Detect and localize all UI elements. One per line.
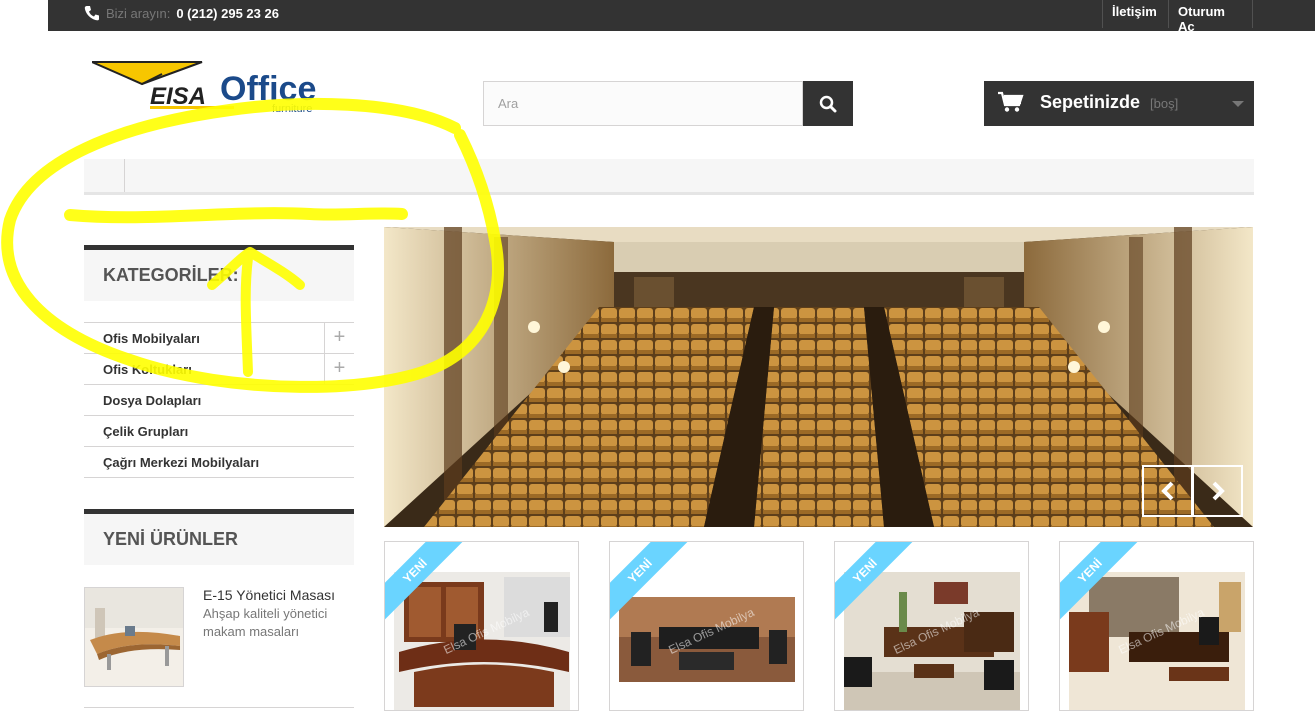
product-card[interactable]: YENİ Elsa Ofis Mobilya	[384, 541, 579, 711]
categories-title: KATEGORİLER:	[84, 245, 354, 301]
homepage-slider[interactable]	[384, 227, 1253, 527]
slider-prev-button[interactable]	[1142, 465, 1193, 517]
category-item[interactable]: Çağrı Merkezi Mobilyaları	[84, 447, 354, 478]
new-products-title: YENİ ÜRÜNLER	[84, 509, 354, 565]
chevron-left-icon	[1160, 481, 1173, 501]
category-label: Dosya Dolapları	[103, 393, 202, 408]
search-button[interactable]	[803, 81, 853, 126]
login-link[interactable]: Oturum Aç	[1168, 0, 1253, 34]
top-bar: Bizi arayın: 0 (212) 295 23 26 İletişim …	[48, 0, 1315, 34]
product-image	[394, 572, 570, 710]
product-image	[844, 572, 1020, 710]
product-thumbnail[interactable]	[84, 587, 184, 687]
slider-next-button[interactable]	[1192, 465, 1243, 517]
site-logo[interactable]: EISA Office furniture	[91, 60, 324, 118]
chevron-down-icon	[1232, 101, 1244, 107]
auditorium-image	[384, 227, 1253, 527]
new-product-description: Ahşap kaliteli yönetici makam masaları	[203, 606, 328, 639]
call-label: Bizi arayın:	[106, 5, 171, 21]
chevron-right-icon	[1212, 481, 1225, 501]
divider	[84, 707, 354, 708]
phone-number[interactable]: 0 (212) 295 23 26	[176, 6, 279, 21]
category-item[interactable]: Çelik Grupları	[84, 416, 354, 447]
product-image	[619, 572, 795, 710]
cart-status: [boş]	[1150, 96, 1179, 111]
logo-graphic: EISA Office furniture	[91, 61, 316, 115]
category-label: Çelik Grupları	[103, 424, 189, 439]
desk-image	[85, 588, 183, 686]
logo-tagline: furniture	[272, 103, 312, 115]
product-image	[1069, 572, 1245, 710]
search-form	[483, 81, 853, 126]
logo-mark: EISA	[150, 83, 206, 110]
category-item[interactable]: Dosya Dolapları	[84, 385, 354, 416]
search-input[interactable]	[483, 81, 803, 126]
contact-link[interactable]: İletişim	[1102, 0, 1169, 28]
phone-icon	[84, 6, 99, 21]
category-label: Ofis Koltukları	[103, 362, 192, 377]
cart-icon	[998, 91, 1024, 112]
categories-block: KATEGORİLER: Ofis Mobilyaları + Ofis Kol…	[84, 245, 354, 478]
expand-icon[interactable]: +	[324, 354, 354, 384]
product-card[interactable]: YENİ Elsa Ofis Mobilya	[609, 541, 804, 711]
cart-button[interactable]: Sepetinizde [boş]	[984, 81, 1254, 126]
category-label: Ofis Mobilyaları	[103, 331, 200, 346]
search-icon	[819, 95, 837, 112]
expand-icon[interactable]: +	[324, 323, 354, 353]
main-menu-bar	[84, 159, 1254, 195]
category-item[interactable]: Ofis Mobilyaları +	[84, 323, 354, 354]
new-product-item[interactable]: E-15 Yönetici Masası Ahşap kaliteli yöne…	[84, 587, 354, 687]
product-card[interactable]: YENİ Elsa Ofis Mobilya	[834, 541, 1029, 711]
category-label: Çağrı Merkezi Mobilyaları	[103, 455, 260, 470]
product-card[interactable]: YENİ Elsa Ofis Mobilya	[1059, 541, 1254, 711]
new-products-block: YENİ ÜRÜNLER E-15 Yönetici Masası Ahşap …	[84, 509, 354, 711]
category-item[interactable]: Ofis Koltukları +	[84, 354, 354, 385]
new-product-name[interactable]: E-15 Yönetici Masası	[203, 587, 335, 603]
menu-home-tab[interactable]	[84, 159, 125, 192]
category-list: Ofis Mobilyaları + Ofis Koltukları + Dos…	[84, 322, 354, 478]
call-us: Bizi arayın: 0 (212) 295 23 26	[84, 4, 279, 22]
cart-label: Sepetinizde	[1040, 92, 1141, 112]
